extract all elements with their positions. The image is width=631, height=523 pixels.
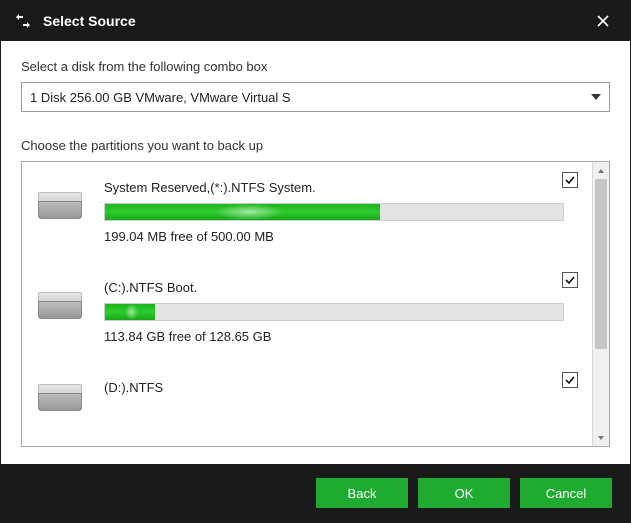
- partition-name: System Reserved,(*:).NTFS System.: [104, 180, 576, 195]
- content-area: Select a disk from the following combo b…: [1, 41, 630, 447]
- partition-info: (C:).NTFS Boot. 113.84 GB free of 128.65…: [104, 280, 576, 344]
- check-icon: [564, 374, 576, 386]
- titlebar: Select Source: [1, 1, 630, 41]
- partition-free-text: 199.04 MB free of 500.00 MB: [104, 229, 576, 244]
- disk-combo-label: Select a disk from the following combo b…: [21, 59, 610, 74]
- back-button[interactable]: Back: [316, 478, 408, 508]
- partition-usage-bar: [104, 303, 564, 321]
- partition-info: (D:).NTFS: [104, 380, 576, 403]
- dialog-title: Select Source: [43, 13, 588, 29]
- partition-row: System Reserved,(*:).NTFS System. 199.04…: [22, 162, 592, 262]
- scroll-up-arrow-icon[interactable]: [593, 162, 609, 179]
- disk-icon: [38, 292, 82, 320]
- partition-checkbox[interactable]: [562, 272, 578, 288]
- partition-usage-fill: [105, 304, 155, 320]
- dialog-footer: Back OK Cancel: [1, 464, 630, 522]
- partitions-label: Choose the partitions you want to back u…: [21, 138, 610, 153]
- close-button[interactable]: [588, 6, 618, 36]
- partition-info: System Reserved,(*:).NTFS System. 199.04…: [104, 180, 576, 244]
- scrollbar-thumb[interactable]: [595, 179, 607, 349]
- chevron-down-icon: [591, 94, 601, 100]
- scroll-down-arrow-icon[interactable]: [593, 429, 609, 446]
- check-icon: [564, 174, 576, 186]
- cancel-button[interactable]: Cancel: [520, 478, 612, 508]
- partition-list: System Reserved,(*:).NTFS System. 199.04…: [22, 162, 592, 446]
- close-icon: [596, 14, 610, 28]
- partition-usage-fill: [105, 204, 380, 220]
- partition-checkbox[interactable]: [562, 172, 578, 188]
- partition-name: (C:).NTFS Boot.: [104, 280, 576, 295]
- check-icon: [564, 274, 576, 286]
- partition-checkbox[interactable]: [562, 372, 578, 388]
- partition-row: (C:).NTFS Boot. 113.84 GB free of 128.65…: [22, 262, 592, 362]
- partition-list-container: System Reserved,(*:).NTFS System. 199.04…: [21, 161, 610, 447]
- partition-free-text: 113.84 GB free of 128.65 GB: [104, 329, 576, 344]
- disk-combo-selected: 1 Disk 256.00 GB VMware, VMware Virtual …: [30, 90, 591, 105]
- partition-usage-bar: [104, 203, 564, 221]
- disk-icon: [38, 384, 82, 412]
- ok-button[interactable]: OK: [418, 478, 510, 508]
- app-logo-icon: [13, 11, 33, 31]
- scrollbar[interactable]: [592, 162, 609, 446]
- disk-icon: [38, 192, 82, 220]
- partition-name: (D:).NTFS: [104, 380, 576, 395]
- partition-row: (D:).NTFS: [22, 362, 592, 412]
- dialog-window: Select Source Select a disk from the fol…: [0, 0, 631, 523]
- disk-combo[interactable]: 1 Disk 256.00 GB VMware, VMware Virtual …: [21, 82, 610, 112]
- scrollbar-track[interactable]: [593, 179, 609, 429]
